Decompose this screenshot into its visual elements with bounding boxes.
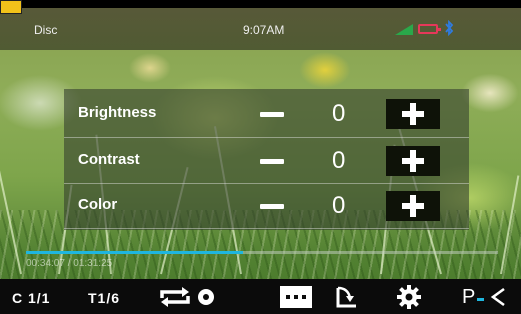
battery-icon <box>418 24 441 34</box>
pal-ntsc-icon[interactable]: P <box>462 284 514 310</box>
contrast-value: 0 <box>332 147 346 174</box>
brightness-value: 0 <box>332 100 346 127</box>
control-bar: C 1/1 T1/6 P <box>0 279 521 314</box>
color-row: Color 0 <box>64 184 469 228</box>
gear-icon[interactable] <box>396 284 422 310</box>
title-indicator[interactable]: T1/6 <box>88 290 120 306</box>
contrast-increase-button[interactable] <box>386 146 440 176</box>
repeat-icon[interactable] <box>158 284 224 310</box>
source-label: Disc <box>34 23 58 37</box>
color-label: Color <box>78 196 118 213</box>
chapter-indicator[interactable]: C 1/1 <box>12 290 50 306</box>
row-divider <box>64 137 469 138</box>
elapsed-time: 00:34:07 / 01:31:25 <box>26 258 113 269</box>
progress-bar[interactable] <box>26 251 498 254</box>
clock: 9:07AM <box>243 23 285 37</box>
progress-fill <box>26 251 244 254</box>
brightness-increase-button[interactable] <box>386 99 440 129</box>
video-screen: Disc 9:07AM Brightness 0 Contrast 0 Colo… <box>0 8 521 314</box>
brightness-decrease-button[interactable] <box>260 106 284 122</box>
brightness-label: Brightness <box>78 104 157 121</box>
color-value: 0 <box>332 192 346 219</box>
corner-flag <box>0 0 22 14</box>
signal-icon <box>395 24 413 35</box>
brightness-row: Brightness 0 <box>64 92 469 136</box>
contrast-label: Contrast <box>78 151 140 168</box>
contrast-row: Contrast 0 <box>64 139 469 183</box>
contrast-decrease-button[interactable] <box>260 153 284 169</box>
color-increase-button[interactable] <box>386 191 440 221</box>
picture-adjust-panel: Brightness 0 Contrast 0 Color 0 <box>64 89 469 230</box>
pal-dots <box>477 298 484 304</box>
status-bar: Disc 9:07AM <box>0 8 521 50</box>
chevron-left-icon <box>490 287 505 307</box>
bluetooth-icon <box>445 20 454 36</box>
color-decrease-button[interactable] <box>260 198 284 214</box>
menu-icon[interactable] <box>279 284 313 310</box>
rotate-icon[interactable] <box>330 284 358 310</box>
row-divider <box>64 228 469 229</box>
pal-label: P <box>462 286 476 308</box>
